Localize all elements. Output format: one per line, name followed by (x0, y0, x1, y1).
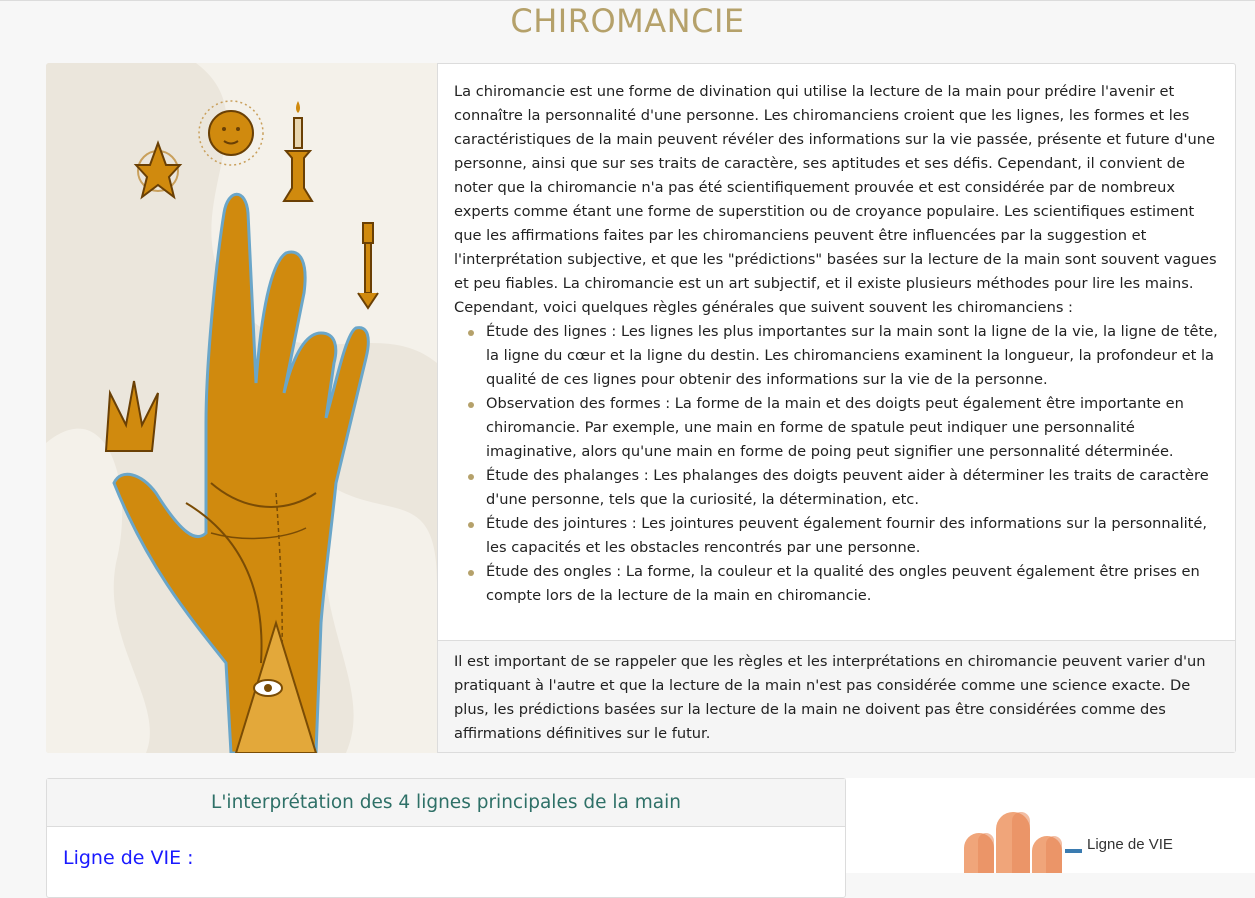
rules-list: Étude des lignes : Les lignes les plus i… (454, 320, 1222, 608)
intro-paragraph: La chiromancie est une forme de divinati… (454, 83, 1217, 316)
description-card: La chiromancie est une forme de divinati… (437, 63, 1236, 753)
sun-icon (198, 100, 264, 166)
life-line-illustration: Ligne de VIE (846, 778, 1255, 896)
fingers-icon (964, 812, 1082, 896)
life-line-title: Ligne de VIE : (63, 847, 194, 869)
list-item: Étude des ongles : La forme, la couleur … (468, 560, 1222, 608)
list-item: Étude des lignes : Les lignes les plus i… (468, 320, 1222, 392)
lines-card-header: L'interprétation des 4 lignes principale… (47, 779, 845, 827)
palmistry-hand-illustration (46, 63, 437, 753)
life-line-label: Ligne de VIE (1087, 836, 1173, 853)
list-item: Étude des phalanges : Les phalanges des … (468, 464, 1222, 512)
page-title: CHIROMANCIE (510, 2, 745, 40)
list-item: Observation des formes : La forme de la … (468, 392, 1222, 464)
intro-section: La chiromancie est une forme de divinati… (46, 63, 1236, 753)
main-lines-card: L'interprétation des 4 lignes principale… (46, 778, 846, 898)
card-footer-note: Il est important de se rappeler que les … (438, 640, 1235, 752)
list-item: Étude des jointures : Les jointures peuv… (468, 512, 1222, 560)
